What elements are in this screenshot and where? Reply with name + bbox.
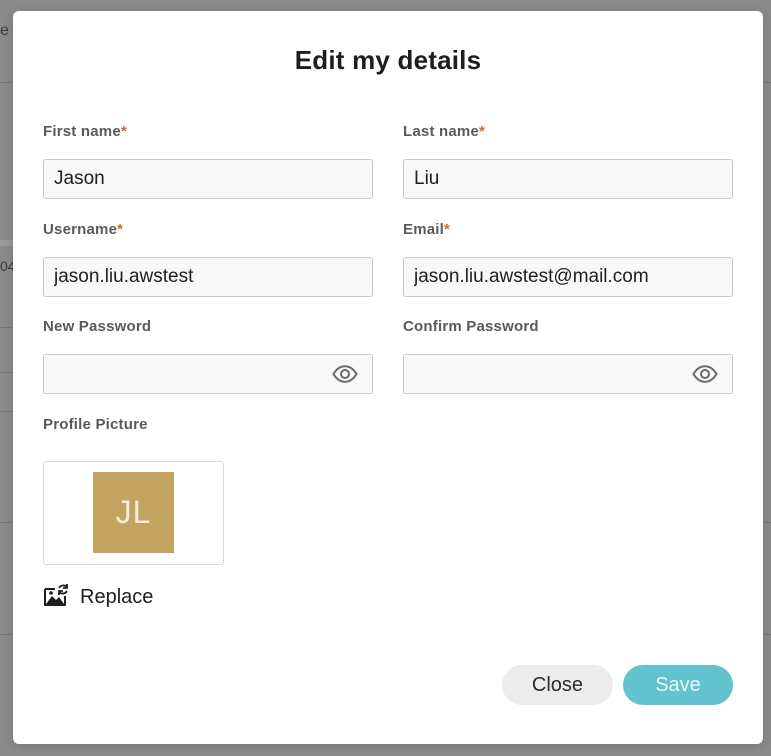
email-label: Email*	[403, 221, 451, 238]
last-name-label: Last name*	[403, 123, 486, 140]
new-password-label: New Password	[43, 318, 152, 335]
required-marker: *	[479, 123, 486, 140]
username-label: Username*	[43, 221, 124, 238]
close-button[interactable]: Close	[502, 665, 613, 705]
required-marker: *	[117, 221, 124, 238]
background-divider	[0, 372, 14, 373]
background-divider	[0, 82, 14, 83]
confirm-password-input-wrap	[403, 354, 733, 394]
background-text-fragment: e	[0, 22, 9, 39]
replace-picture-button[interactable]: Replace	[43, 582, 153, 613]
confirm-password-field: Confirm Password	[403, 317, 733, 394]
first-name-input-wrap	[43, 159, 373, 199]
profile-picture-box: JL	[43, 461, 224, 565]
background-divider	[0, 240, 14, 246]
email-input[interactable]	[403, 257, 733, 297]
replace-label: Replace	[80, 586, 154, 608]
background-divider	[0, 634, 14, 635]
last-name-field: Last name*	[403, 122, 733, 199]
eye-icon[interactable]	[331, 362, 359, 386]
first-name-field: First name*	[43, 122, 373, 199]
background-divider	[0, 411, 14, 412]
avatar: JL	[93, 472, 174, 553]
first-name-label: First name*	[43, 123, 127, 140]
modal-title: Edit my details	[294, 45, 482, 75]
avatar-initials: JL	[115, 494, 152, 530]
username-input-wrap	[43, 257, 373, 297]
last-name-input-wrap	[403, 159, 733, 199]
save-button[interactable]: Save	[623, 665, 733, 705]
background-divider	[0, 522, 14, 523]
background-divider	[0, 327, 14, 328]
image-replace-icon	[43, 582, 69, 613]
last-name-input[interactable]	[403, 159, 733, 199]
eye-icon[interactable]	[691, 362, 719, 386]
required-marker: *	[444, 221, 451, 238]
confirm-password-input[interactable]	[403, 354, 733, 394]
new-password-input-wrap	[43, 354, 373, 394]
email-field: Email*	[403, 220, 733, 297]
username-field: Username*	[43, 220, 373, 297]
first-name-input[interactable]	[43, 159, 373, 199]
edit-details-modal: Edit my details First name* Last name* U…	[13, 11, 763, 744]
new-password-field: New Password	[43, 317, 373, 394]
required-marker: *	[120, 123, 127, 140]
username-input[interactable]	[43, 257, 373, 297]
confirm-password-label: Confirm Password	[403, 318, 539, 335]
email-input-wrap	[403, 257, 733, 297]
profile-picture-label: Profile Picture	[43, 416, 148, 433]
new-password-input[interactable]	[43, 354, 373, 394]
